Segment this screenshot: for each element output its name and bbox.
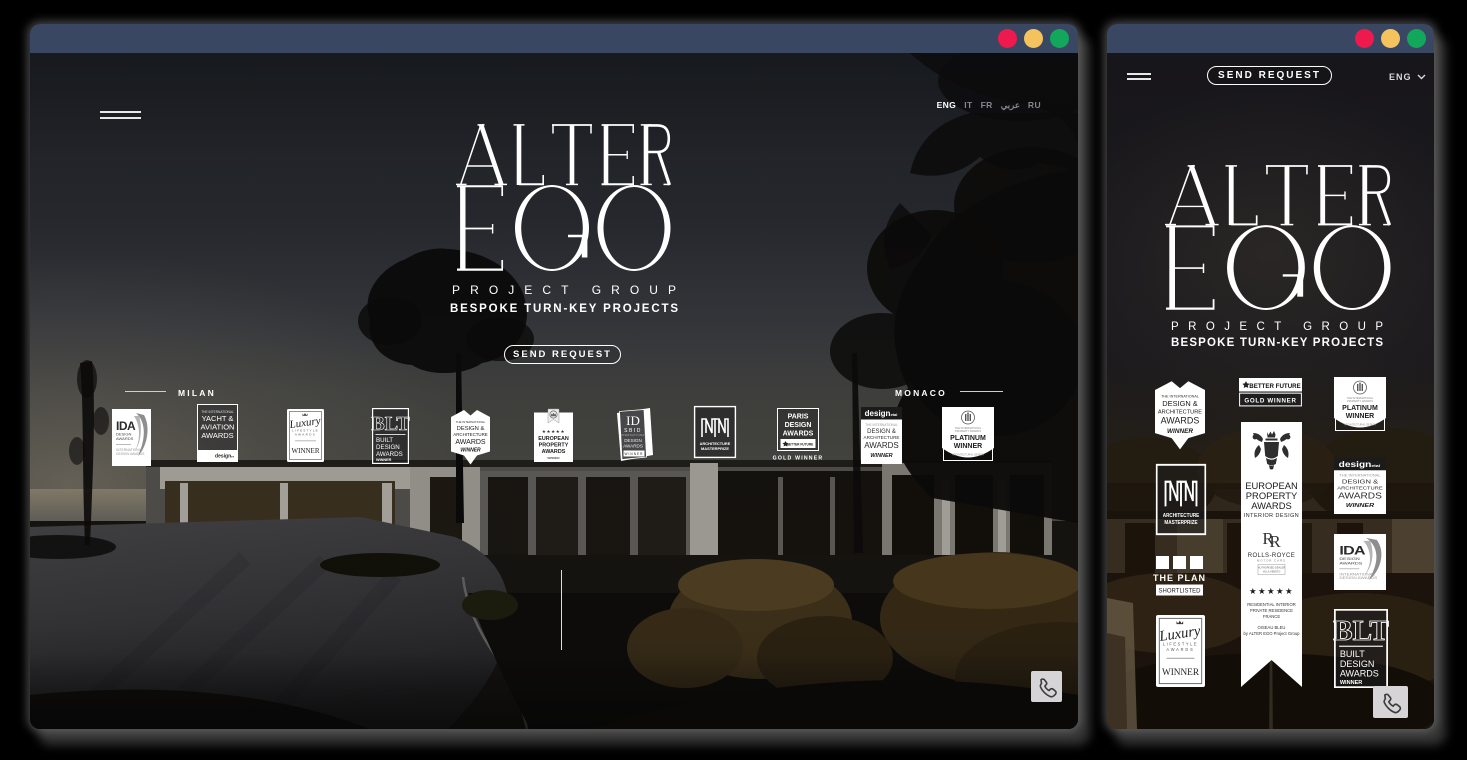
svg-text:PROJECT GROUP: PROJECT GROUP xyxy=(452,283,676,297)
svg-text:BESPOKE TURN-KEY PROJECTS: BESPOKE TURN-KEY PROJECTS xyxy=(450,303,678,315)
svg-text:BESPOKE TURN-KEY PROJECTS: BESPOKE TURN-KEY PROJECTS xyxy=(1171,337,1383,349)
svg-text:PROJECT GROUP: PROJECT GROUP xyxy=(1171,321,1383,333)
